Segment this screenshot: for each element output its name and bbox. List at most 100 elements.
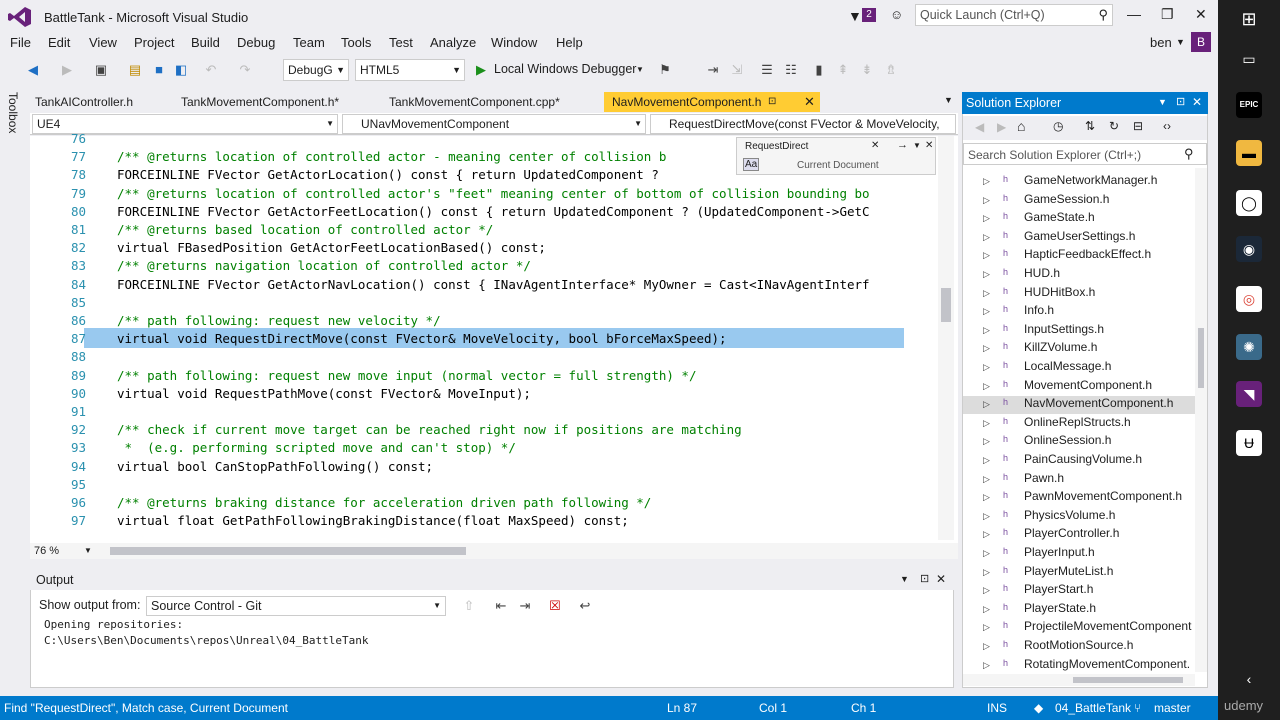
expand-chevron-icon[interactable]: ▷ <box>983 250 990 261</box>
prev-bookmark-icon[interactable]: ⇞ <box>834 61 852 79</box>
output-close-icon[interactable]: ✕ <box>936 572 946 586</box>
feedback-icon[interactable]: ☺ <box>890 7 903 22</box>
code-line[interactable]: /** @returns based location of controlle… <box>117 222 493 237</box>
code-line[interactable]: FORCEINLINE FVector GetActorNavLocation(… <box>117 277 870 292</box>
sync-icon[interactable]: ⇅ <box>1085 119 1095 133</box>
horizontal-scrollbar-thumb[interactable] <box>110 547 466 555</box>
expand-chevron-icon[interactable]: ▷ <box>983 436 990 447</box>
back-icon[interactable]: ◀ <box>975 120 984 134</box>
code-line[interactable]: /** check if current move target can be … <box>117 422 742 437</box>
notification-badge[interactable]: 2 <box>862 8 876 22</box>
solution-tree-item[interactable]: OnlineReplStructs.h <box>1024 415 1131 429</box>
expand-chevron-icon[interactable]: ▷ <box>983 548 990 559</box>
code-line[interactable]: /** @returns braking distance for accele… <box>117 495 651 510</box>
solution-explorer-scrollbar[interactable] <box>1195 168 1207 672</box>
user-avatar[interactable]: B <box>1191 32 1211 52</box>
solution-tree-item[interactable]: Info.h <box>1024 303 1054 317</box>
solution-tree-item[interactable]: KillZVolume.h <box>1024 340 1097 354</box>
expand-chevron-icon[interactable]: ▷ <box>983 213 990 224</box>
menu-tools[interactable]: Tools <box>341 35 371 50</box>
close-find-icon[interactable]: ✕ <box>871 140 879 151</box>
find-message-icon[interactable]: ⇧ <box>460 597 478 615</box>
solution-tree-item[interactable]: HapticFeedbackEffect.h <box>1024 247 1151 261</box>
expand-chevron-icon[interactable]: ▷ <box>983 288 990 299</box>
solution-tree-item[interactable]: PlayerInput.h <box>1024 545 1095 559</box>
menu-team[interactable]: Team <box>293 35 325 50</box>
solution-explorer-chevron-icon[interactable]: ▼ <box>1158 97 1167 107</box>
find-query-input[interactable]: RequestDirect <box>745 141 808 152</box>
find-options-chevron-icon[interactable]: ▼ <box>913 141 921 150</box>
expand-chevron-icon[interactable]: ▷ <box>983 343 990 354</box>
expand-chevron-icon[interactable]: ▷ <box>983 641 990 652</box>
tab-tank-ai-controller-h[interactable]: TankAIController.h <box>27 92 141 112</box>
code-line[interactable]: /** @returns navigation location of cont… <box>117 258 531 273</box>
find-in-files-icon[interactable]: ⚑ <box>656 61 674 79</box>
close-icon[interactable]: ✕ <box>804 92 815 112</box>
debugger-dropdown-chevron-icon[interactable]: ▼ <box>636 65 644 74</box>
member-dropdown[interactable]: RequestDirectMove(const FVector & MoveVe… <box>650 114 956 134</box>
toolbox-tab[interactable]: Toolbox <box>6 92 20 133</box>
scope-dropdown[interactable]: UNavMovementComponent ▼ <box>342 114 646 134</box>
solution-configuration-dropdown[interactable]: DebugG ▼ <box>283 59 349 81</box>
outdent-icon[interactable]: ☷ <box>782 61 800 79</box>
visual-studio-taskbar-icon[interactable]: ◥ <box>1236 381 1262 407</box>
app-icon[interactable]: ✺ <box>1236 334 1262 360</box>
match-case-toggle[interactable]: Aa <box>743 158 760 171</box>
code-line[interactable]: FORCEINLINE FVector GetActorLocation() c… <box>117 167 659 182</box>
user-menu-chevron-icon[interactable]: ▼ <box>1176 37 1185 47</box>
solution-tree-item[interactable]: PawnMovementComponent.h <box>1024 489 1182 503</box>
solution-tree-item[interactable]: MovementComponent.h <box>1024 378 1152 392</box>
scrollbar-thumb[interactable] <box>941 288 951 322</box>
menu-edit[interactable]: Edit <box>48 35 70 50</box>
expand-chevron-icon[interactable]: ▷ <box>983 511 990 522</box>
chrome-icon[interactable]: ◎ <box>1236 286 1262 312</box>
menu-debug[interactable]: Debug <box>237 35 275 50</box>
clear-bookmarks-icon[interactable]: ⇯ <box>882 61 900 79</box>
quick-launch-input[interactable]: Quick Launch (Ctrl+Q) ⚲ <box>915 4 1113 26</box>
bookmark-icon[interactable]: ▮ <box>810 61 828 79</box>
menu-test[interactable]: Test <box>389 35 413 50</box>
expand-chevron-icon[interactable]: ▷ <box>983 529 990 540</box>
solution-tree-item[interactable]: GameSession.h <box>1024 192 1109 206</box>
start-debugging-icon[interactable]: ▶ <box>472 61 490 79</box>
scrollbar-thumb[interactable] <box>1198 328 1204 388</box>
code-line[interactable]: /** path following: request new velocity… <box>117 313 441 328</box>
file-explorer-icon[interactable]: ▬ <box>1236 140 1262 166</box>
word-wrap-icon[interactable]: ↩ <box>576 597 594 615</box>
solution-tree-item[interactable]: NavMovementComponent.h <box>1024 396 1173 410</box>
solution-tree-item[interactable]: GameUserSettings.h <box>1024 229 1135 243</box>
expand-chevron-icon[interactable]: ▷ <box>983 418 990 429</box>
indent-icon[interactable]: ☰ <box>758 61 776 79</box>
branch-icon[interactable]: ⑂ <box>1134 701 1141 715</box>
step-icon[interactable]: ⇥ <box>704 61 722 79</box>
solution-tree-item[interactable]: HUD.h <box>1024 266 1060 280</box>
code-line[interactable]: FORCEINLINE FVector GetActorFeetLocation… <box>117 204 870 219</box>
status-repo[interactable]: 04_BattleTank <box>1055 701 1131 715</box>
epic-games-icon[interactable]: EPIC <box>1236 92 1262 118</box>
windows-start-icon[interactable]: ⊞ <box>1236 6 1262 32</box>
code-line[interactable]: virtual bool CanStopPathFollowing() cons… <box>117 459 433 474</box>
solution-platform-dropdown[interactable]: HTML5 ▼ <box>355 59 465 81</box>
redo-icon[interactable]: ↷ <box>236 61 254 79</box>
solution-explorer-search-input[interactable]: Search Solution Explorer (Ctrl+;) ⚲ <box>963 143 1207 165</box>
expand-chevron-icon[interactable]: ▷ <box>983 455 990 466</box>
forward-icon[interactable]: ▶ <box>997 120 1006 134</box>
refresh-icon[interactable]: ↻ <box>1109 119 1119 133</box>
solution-tree-item[interactable]: RotatingMovementComponent. <box>1024 657 1190 671</box>
step-over-icon[interactable]: ⇲ <box>728 61 746 79</box>
expand-chevron-icon[interactable]: ▷ <box>983 585 990 596</box>
view-code-icon[interactable]: ‹› <box>1163 119 1171 133</box>
solution-tree-item[interactable]: PhysicsVolume.h <box>1024 508 1115 522</box>
next-bookmark-icon[interactable]: ⇟ <box>858 61 876 79</box>
expand-chevron-icon[interactable]: ▷ <box>983 362 990 373</box>
code-line[interactable]: /** @returns location of controlled acto… <box>117 186 870 201</box>
menu-file[interactable]: File <box>10 35 31 50</box>
solution-tree-item[interactable]: HUDHitBox.h <box>1024 285 1095 299</box>
code-line[interactable]: /** @returns location of controlled acto… <box>117 149 666 164</box>
solution-tree-item[interactable]: PlayerStart.h <box>1024 582 1093 596</box>
steam-icon[interactable]: ◉ <box>1236 236 1262 262</box>
code-line[interactable]: virtual void RequestDirectMove(const FVe… <box>117 331 727 346</box>
taskbar-chevron-icon[interactable]: ‹ <box>1236 666 1262 692</box>
unreal-engine-icon[interactable]: Ʉ <box>1236 430 1262 456</box>
save-icon[interactable]: ■ <box>150 61 168 79</box>
